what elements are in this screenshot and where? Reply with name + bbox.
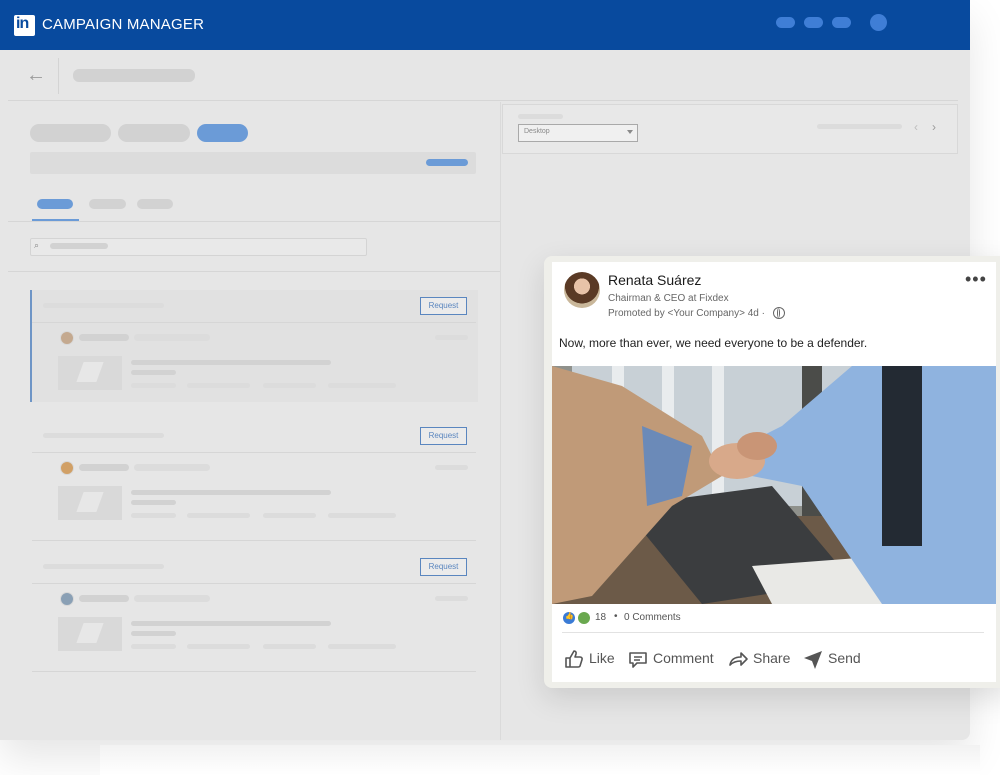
meta-placeholder [328, 513, 396, 518]
text-placeholder [131, 621, 331, 626]
meta-placeholder [187, 644, 250, 649]
ad-card-title-placeholder [43, 433, 164, 438]
chevron-right-icon[interactable]: › [932, 120, 936, 134]
nav-item-placeholder[interactable] [832, 17, 851, 28]
meta-placeholder [131, 644, 176, 649]
request-button[interactable]: Request [420, 297, 467, 315]
search-icon: ⌕ [34, 240, 40, 250]
tab[interactable] [89, 199, 126, 209]
meta-placeholder [187, 383, 250, 388]
comment-icon [629, 652, 647, 668]
reaction-count[interactable]: 18 [595, 612, 606, 623]
text-placeholder [134, 334, 210, 341]
back-arrow-icon[interactable]: ← [26, 62, 46, 88]
meta-placeholder [263, 513, 316, 518]
meta-placeholder [131, 383, 176, 388]
avatar [60, 331, 74, 345]
divider [32, 322, 476, 323]
text-placeholder [79, 334, 129, 341]
share-icon [729, 652, 748, 666]
text-placeholder [131, 500, 176, 505]
label-placeholder [817, 124, 902, 129]
separator: • [614, 611, 618, 622]
linkedin-logo-icon[interactable]: in [14, 15, 35, 36]
nav-item-placeholder[interactable] [776, 17, 795, 28]
comment-label: Comment [653, 650, 714, 666]
request-button[interactable]: Request [420, 558, 467, 576]
author-name[interactable]: Renata Suárez [608, 272, 701, 288]
divider [32, 452, 476, 453]
divider [58, 58, 59, 94]
meta-placeholder [328, 644, 396, 649]
page-title-placeholder [73, 69, 195, 82]
chevron-down-icon [627, 130, 633, 134]
text-placeholder [131, 631, 176, 636]
send-icon [804, 651, 822, 669]
celebrate-reaction-icon [578, 612, 590, 624]
chevron-left-icon[interactable]: ‹ [914, 120, 918, 134]
filter-pill[interactable] [118, 124, 190, 142]
request-button[interactable]: Request [420, 427, 467, 445]
avatar [60, 592, 74, 606]
text-placeholder [131, 360, 331, 365]
like-reaction-icon [563, 612, 575, 624]
profile-avatar[interactable] [870, 14, 887, 31]
meta-placeholder [131, 513, 176, 518]
comments-count[interactable]: 0 Comments [624, 612, 681, 623]
info-bar-link[interactable] [426, 159, 468, 166]
share-label: Share [753, 650, 791, 666]
more-options-icon[interactable]: ••• [965, 270, 987, 288]
ad-thumbnail [58, 486, 122, 520]
promoted-line: Promoted by <Your Company> 4d · [608, 308, 765, 319]
text-placeholder [79, 464, 129, 471]
text-placeholder [435, 465, 468, 470]
avatar [60, 461, 74, 475]
post-text: Now, more than ever, we need everyone to… [559, 336, 868, 350]
meta-placeholder [187, 513, 250, 518]
author-title: Chairman & CEO at Fixdex [608, 293, 729, 304]
filter-pill[interactable] [30, 124, 111, 142]
divider [562, 632, 984, 633]
ad-card-title-placeholder [43, 303, 164, 308]
tabs-divider [8, 221, 500, 222]
text-placeholder [131, 370, 176, 375]
app-title: CAMPAIGN MANAGER [42, 16, 205, 33]
meta-placeholder [328, 383, 396, 388]
ad-card-title-placeholder [43, 564, 164, 569]
text-placeholder [134, 595, 210, 602]
ad-thumbnail [58, 617, 122, 651]
thumbs-up-icon [565, 650, 583, 668]
divider [32, 671, 476, 672]
nav-item-placeholder[interactable] [804, 17, 823, 28]
meta-placeholder [263, 383, 316, 388]
tab[interactable] [137, 199, 173, 209]
text-placeholder [131, 490, 331, 495]
author-avatar[interactable] [564, 272, 600, 308]
filter-pill-active[interactable] [197, 124, 248, 142]
divider [32, 583, 476, 584]
column-divider [500, 102, 501, 740]
text-placeholder [79, 595, 129, 602]
search-placeholder [50, 243, 108, 249]
text-placeholder [435, 596, 468, 601]
label-placeholder [518, 114, 563, 119]
top-nav-bar: in CAMPAIGN MANAGER [0, 0, 970, 50]
window-shadow [100, 745, 980, 775]
post-image-handshake[interactable] [552, 366, 996, 604]
device-select[interactable]: Desktop [518, 124, 638, 142]
text-placeholder [435, 335, 468, 340]
globe-icon [773, 307, 785, 319]
text-placeholder [134, 464, 210, 471]
like-label: Like [589, 650, 615, 666]
tab-active[interactable] [37, 199, 73, 209]
ad-thumbnail [58, 356, 122, 390]
meta-placeholder [263, 644, 316, 649]
info-bar [30, 152, 476, 174]
send-label: Send [828, 650, 861, 666]
divider [32, 540, 476, 541]
divider [8, 271, 500, 272]
